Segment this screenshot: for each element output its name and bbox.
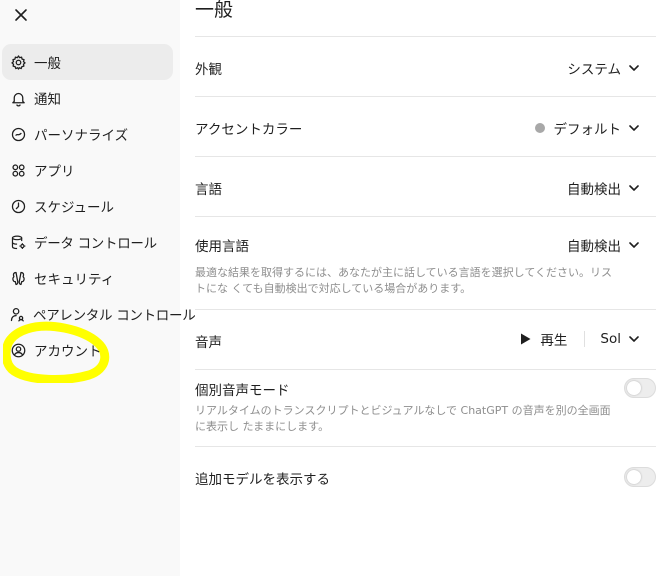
play-icon bbox=[521, 333, 531, 345]
show-additional-models-toggle[interactable] bbox=[624, 467, 656, 487]
sidebar-item-notifications[interactable]: 通知 bbox=[0, 80, 180, 116]
divider bbox=[195, 36, 656, 37]
parent-user-icon bbox=[9, 305, 26, 323]
user-circle-icon bbox=[9, 341, 27, 359]
appearance-value: システム bbox=[567, 62, 621, 78]
accent-color-dropdown[interactable]: デフォルト bbox=[534, 118, 642, 138]
spoken-language-description: 最適な結果を取得するには、あなたが主に話している言語を選択してください。リストに… bbox=[195, 266, 613, 295]
sidebar-item-account[interactable]: アカウント bbox=[0, 332, 180, 368]
voice-controls: 再生 Sol bbox=[520, 329, 641, 349]
bell-icon bbox=[9, 89, 27, 107]
close-icon bbox=[15, 9, 27, 21]
play-label: 再生 bbox=[540, 333, 568, 349]
sidebar-item-schedule[interactable]: スケジュール bbox=[0, 188, 180, 224]
chevron-down-icon bbox=[627, 181, 641, 195]
toggle-knob bbox=[627, 381, 641, 395]
sidebar-item-label: セキュリティ bbox=[34, 272, 115, 288]
sidebar-item-label: ペアレンタル コントロール bbox=[33, 308, 196, 324]
sidebar-item-label: アカウント bbox=[34, 344, 102, 360]
spoken-language-value: 自動検出 bbox=[567, 239, 621, 255]
divider bbox=[195, 156, 656, 157]
sidebar-item-label: パーソナライズ bbox=[34, 128, 129, 144]
language-label: 言語 bbox=[195, 182, 222, 198]
separator bbox=[584, 331, 586, 347]
sidebar-item-parental-controls[interactable]: ペアレンタル コントロール bbox=[0, 296, 196, 332]
chevron-down-icon bbox=[627, 61, 641, 75]
security-icon bbox=[9, 269, 27, 287]
divider bbox=[195, 216, 656, 217]
divider bbox=[195, 369, 656, 370]
accent-color-value: デフォルト bbox=[553, 122, 622, 138]
settings-nav: 一般 通知 パーソナライズ アプリ スケジュール データ コントロール セキュリ… bbox=[0, 44, 196, 368]
clock-icon bbox=[9, 197, 27, 215]
sidebar-item-label: 一般 bbox=[34, 56, 61, 72]
divider bbox=[195, 446, 656, 447]
language-value: 自動検出 bbox=[567, 182, 621, 198]
divider bbox=[195, 96, 656, 97]
language-dropdown[interactable]: 自動検出 bbox=[567, 178, 641, 198]
toggle-knob bbox=[627, 470, 641, 484]
play-voice-button[interactable]: 再生 bbox=[520, 329, 567, 349]
page-title: 一般 bbox=[195, 0, 234, 21]
voice-dropdown[interactable]: Sol bbox=[600, 331, 641, 347]
sidebar-item-label: スケジュール bbox=[34, 200, 115, 216]
personalize-icon bbox=[9, 125, 27, 143]
sidebar-item-general[interactable]: 一般 bbox=[0, 44, 180, 80]
chevron-down-icon bbox=[627, 121, 641, 135]
spoken-language-label: 使用言語 bbox=[195, 239, 249, 255]
sidebar-item-label: アプリ bbox=[34, 164, 75, 180]
separate-voice-mode-toggle[interactable] bbox=[624, 378, 656, 398]
sidebar-item-security[interactable]: セキュリティ bbox=[0, 260, 180, 296]
settings-sidebar: 一般 通知 パーソナライズ アプリ スケジュール データ コントロール セキュリ… bbox=[0, 0, 196, 576]
show-additional-models-label: 追加モデルを表示する bbox=[195, 472, 330, 488]
divider bbox=[195, 309, 656, 310]
separate-voice-mode-description: リアルタイムのトランスクリプトとビジュアルなしで ChatGPT の音声を別の全… bbox=[195, 404, 611, 433]
sidebar-item-personalize[interactable]: パーソナライズ bbox=[0, 116, 180, 152]
sidebar-item-label: データ コントロール bbox=[34, 236, 157, 252]
separate-voice-mode-label: 個別音声モード bbox=[195, 383, 290, 399]
appearance-dropdown[interactable]: システム bbox=[567, 58, 641, 78]
sidebar-item-apps[interactable]: アプリ bbox=[0, 152, 180, 188]
chevron-down-icon bbox=[627, 332, 641, 346]
accent-color-swatch bbox=[534, 123, 545, 133]
apps-grid-icon bbox=[9, 161, 27, 179]
sidebar-item-label: 通知 bbox=[34, 92, 61, 108]
close-button[interactable] bbox=[10, 4, 32, 26]
gear-icon bbox=[9, 53, 27, 71]
accent-color-label: アクセントカラー bbox=[195, 122, 303, 138]
sidebar-item-data-controls[interactable]: データ コントロール bbox=[0, 224, 180, 260]
voice-value: Sol bbox=[600, 331, 621, 347]
chevron-down-icon bbox=[627, 238, 641, 252]
spoken-language-dropdown[interactable]: 自動検出 bbox=[567, 235, 641, 255]
voice-label: 音声 bbox=[195, 335, 222, 351]
appearance-label: 外観 bbox=[195, 62, 222, 78]
database-gear-icon bbox=[9, 233, 27, 251]
